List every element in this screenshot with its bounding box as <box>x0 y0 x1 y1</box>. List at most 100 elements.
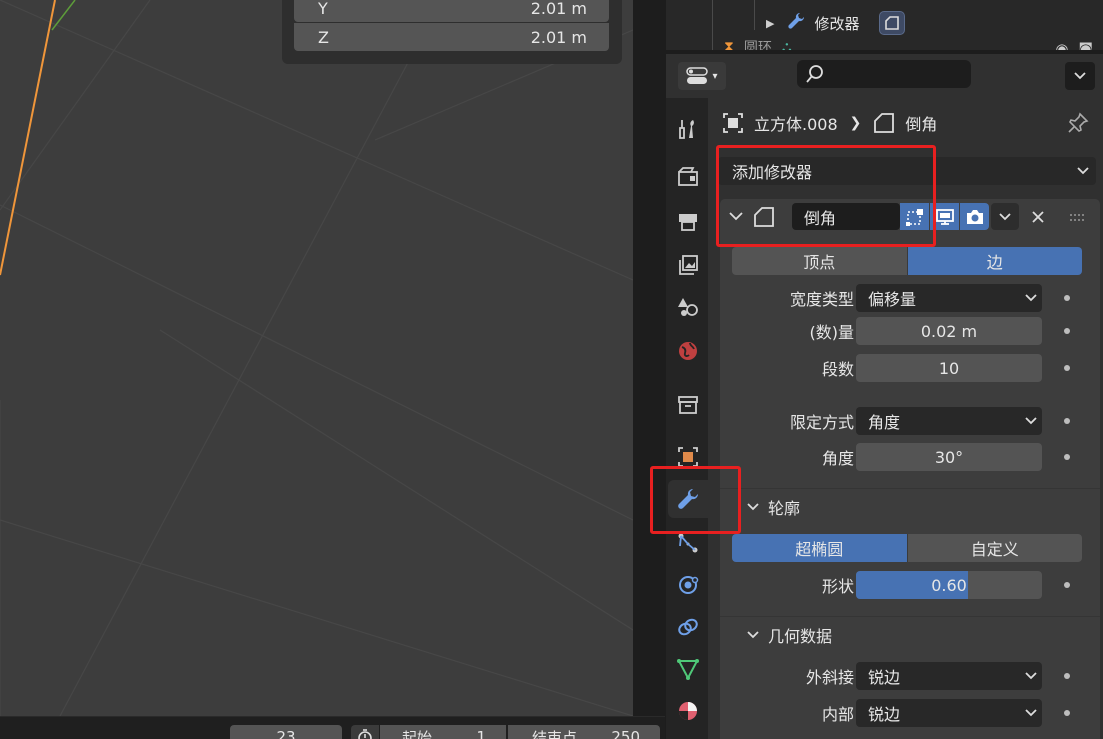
outliner-modifiers-label: 修改器 <box>814 14 860 33</box>
torus-mesh-icon: ⧗ <box>724 39 734 50</box>
chevron-down-icon[interactable] <box>728 208 744 228</box>
tab-constraints[interactable] <box>668 608 708 646</box>
modifier-badge-icon: ⛬ <box>781 39 792 50</box>
keyframe-dot-icon[interactable] <box>1064 710 1070 716</box>
frame-start-field[interactable]: 起始 1 <box>380 725 506 739</box>
shape-slider[interactable]: 0.60 <box>856 571 1042 599</box>
keyframe-dot-icon[interactable] <box>1064 582 1070 588</box>
tab-render[interactable] <box>668 158 708 196</box>
tab-object[interactable] <box>668 438 708 476</box>
physics-icon <box>679 576 699 594</box>
remove-modifier-button[interactable] <box>1025 204 1051 230</box>
wrench-icon <box>678 488 699 509</box>
bevel-modifier-icon[interactable] <box>879 11 906 35</box>
dimension-y-field[interactable]: Y 2.01 m <box>294 0 609 22</box>
viewport-grid <box>0 0 633 716</box>
pin-icon[interactable] <box>1067 112 1089 138</box>
breadcrumb-object-name: 立方体.008 <box>754 115 838 134</box>
segments-field[interactable]: 10 <box>856 354 1042 382</box>
dimension-z-field[interactable]: Z 2.01 m <box>294 23 609 51</box>
render-toggle[interactable] <box>960 203 989 230</box>
properties-search-input[interactable] <box>797 60 971 88</box>
keyframe-dot-icon[interactable] <box>1064 454 1070 460</box>
tab-modifiers[interactable] <box>668 480 708 518</box>
chevron-right-icon: ❯ <box>849 115 862 131</box>
profile-custom-option[interactable]: 自定义 <box>907 534 1082 562</box>
printer-icon <box>679 214 697 231</box>
affect-selector: 顶点 边 <box>732 247 1082 275</box>
affect-vertices-option[interactable]: 顶点 <box>732 247 908 275</box>
modifier-properties: 立方体.008 ❯ 倒角 添加修改器 倒角 顶点 边 宽度类型 偏移量 (数)量… <box>708 98 1103 739</box>
keyframe-dot-icon[interactable] <box>1064 328 1070 334</box>
render-camera-icon[interactable]: ◙ <box>1078 40 1093 50</box>
stopwatch-icon[interactable] <box>351 725 379 739</box>
outliner-row-modifiers[interactable]: ▶ 修改器 <box>766 10 906 36</box>
outliner-item-label: 圆环 <box>743 40 772 50</box>
affect-edges-option[interactable]: 边 <box>907 247 1082 275</box>
current-frame-field[interactable]: 23 <box>230 725 342 739</box>
tab-particles[interactable] <box>668 524 708 562</box>
chevron-down-icon <box>1025 709 1037 717</box>
angle-field[interactable]: 30° <box>856 443 1042 471</box>
3d-viewport[interactable]: Y 2.01 m Z 2.01 m <box>0 0 633 716</box>
amount-row: (数)量 0.02 m <box>720 316 1100 346</box>
visibility-eye-icon[interactable]: ◉ <box>1055 40 1068 50</box>
modifier-extras-dropdown[interactable] <box>991 203 1019 230</box>
frame-end-field[interactable]: 结束点 250 <box>508 725 660 739</box>
tab-data[interactable] <box>668 650 708 688</box>
dimension-axis-label: Z <box>318 27 329 47</box>
miter-inner-dropdown[interactable]: 锐边 <box>856 699 1042 727</box>
outliner-row-torus[interactable]: ⧗ 圆环 ⛬ <box>724 39 792 50</box>
segments-label: 段数 <box>821 360 854 379</box>
tab-physics[interactable] <box>668 566 708 604</box>
close-icon <box>1032 211 1044 223</box>
modifier-name-value: 倒角 <box>804 208 837 228</box>
chevron-down-icon <box>1025 417 1037 425</box>
shape-label: 形状 <box>821 577 854 596</box>
tab-output[interactable] <box>668 202 708 240</box>
limit-method-row: 限定方式 角度 <box>720 406 1100 436</box>
miter-outer-dropdown[interactable]: 锐边 <box>856 662 1042 690</box>
adjust-last-operation-panel: Y 2.01 m Z 2.01 m <box>282 0 622 64</box>
editor-type-selector[interactable]: ▾ <box>678 62 726 90</box>
amount-field[interactable]: 0.02 m <box>856 317 1042 345</box>
miter-inner-label: 内部 <box>821 705 854 724</box>
tab-view-layer[interactable] <box>668 246 708 284</box>
tab-scene[interactable] <box>668 288 708 326</box>
viewport-display-toggle[interactable] <box>930 203 959 230</box>
mesh-data-icon <box>677 659 699 681</box>
keyframe-dot-icon[interactable] <box>1064 295 1070 301</box>
tab-tool[interactable] <box>668 110 708 148</box>
segments-row: 段数 10 <box>720 353 1100 383</box>
breadcrumb-modifier-name: 倒角 <box>905 115 938 134</box>
tab-world[interactable] <box>668 332 708 370</box>
tab-collection[interactable] <box>668 386 708 424</box>
add-modifier-dropdown[interactable]: 添加修改器 <box>718 157 1096 185</box>
keyframe-dot-icon[interactable] <box>1064 418 1070 424</box>
profile-superellipse-option[interactable]: 超椭圆 <box>732 534 908 562</box>
object-square-icon <box>723 113 743 133</box>
limit-method-dropdown[interactable]: 角度 <box>856 407 1042 435</box>
geometry-subpanel-header[interactable]: 几何数据 <box>720 616 1100 652</box>
angle-label: 角度 <box>821 449 854 468</box>
frame-end-value: 250 <box>611 728 640 739</box>
profile-subpanel-header[interactable]: 轮廓 <box>720 488 1100 524</box>
dimension-value: 2.01 m <box>530 0 587 18</box>
edit-mode-toggle[interactable] <box>900 203 929 230</box>
width-type-dropdown[interactable]: 偏移量 <box>856 284 1042 312</box>
profile-title: 轮廓 <box>768 498 801 518</box>
drag-grip-icon[interactable] <box>1069 210 1087 228</box>
edit-mode-icon <box>905 208 923 226</box>
chevron-down-icon <box>1025 294 1037 302</box>
area-divider[interactable] <box>633 0 666 739</box>
miter-inner-row: 内部 锐边 <box>720 698 1100 728</box>
keyframe-dot-icon[interactable] <box>1064 673 1070 679</box>
expand-arrow-icon[interactable]: ▶ <box>766 17 774 30</box>
keyframe-dot-icon[interactable] <box>1064 365 1070 371</box>
modifier-name-field[interactable]: 倒角 <box>792 203 900 230</box>
options-dropdown[interactable] <box>1065 62 1095 90</box>
material-icon <box>679 702 697 720</box>
angle-row: 角度 30° <box>720 442 1100 472</box>
tab-material[interactable] <box>668 692 708 730</box>
chevron-down-icon <box>1074 72 1086 80</box>
